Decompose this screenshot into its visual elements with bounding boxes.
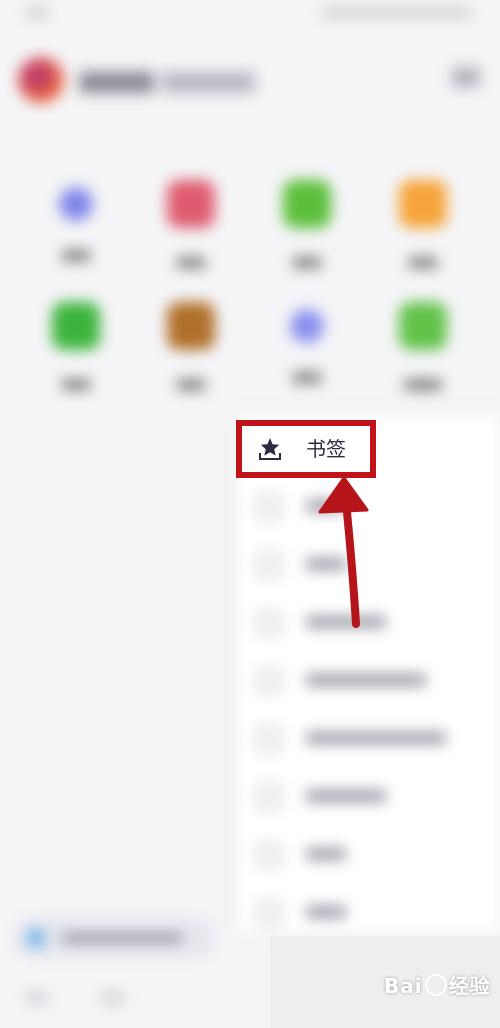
shortcut-icon — [399, 302, 447, 350]
shortcut-icon — [290, 309, 324, 343]
shortcut-icon — [167, 302, 215, 350]
nav-back-icon[interactable] — [26, 992, 48, 1004]
shortcut-tile[interactable]: ▆▆▆▆ — [373, 302, 473, 412]
app-header: ▆▆▆▆ ▆▆▆▆▆ — [18, 55, 480, 105]
browser-brand-name: ▆▆▆▆ ▆▆▆▆▆ — [80, 65, 255, 93]
status-time — [26, 8, 48, 18]
shortcut-icon — [399, 180, 447, 228]
menu-item[interactable] — [236, 826, 500, 884]
menu-item-text — [306, 674, 426, 686]
status-icons — [322, 8, 472, 18]
shortcut-tile[interactable]: ▆▆▆ — [257, 180, 357, 290]
shortcut-label: ▆▆▆ — [62, 376, 90, 390]
menu-item[interactable] — [236, 884, 500, 942]
menu-item[interactable] — [236, 536, 500, 594]
menu-item-text — [306, 848, 346, 860]
menu-item-icon — [258, 670, 280, 692]
shortcut-tile[interactable]: ▆▆▆ — [373, 180, 473, 290]
shortcut-label: ▆▆▆ — [293, 254, 321, 268]
menu-item[interactable] — [236, 710, 500, 768]
menu-item-icon — [258, 786, 280, 808]
shortcut-icon — [283, 180, 331, 228]
shortcut-icon — [167, 180, 215, 228]
menu-item-icon — [258, 612, 280, 634]
menu-item-icon — [258, 554, 280, 576]
menu-item[interactable] — [236, 652, 500, 710]
context-menu-panel — [236, 414, 500, 934]
shortcut-label: ▆▆▆▆ — [404, 376, 442, 390]
shortcut-tile[interactable]: ▆▆▆ — [141, 180, 241, 290]
shortcut-tile[interactable]: ▆▆▆ — [26, 180, 126, 290]
shortcut-label: ▆▆▆ — [293, 369, 321, 383]
shortcut-tile[interactable]: ▆▆▆ — [26, 302, 126, 412]
menu-item-icon — [258, 844, 280, 866]
menu-item-text — [306, 906, 346, 918]
address-bar-text — [62, 933, 182, 943]
shortcut-label: ▆▆▆ — [62, 247, 90, 261]
menu-item-icon — [258, 728, 280, 750]
shortcut-icon — [52, 302, 100, 350]
menu-item-text — [306, 558, 346, 570]
watermark-text-left: Bai — [384, 974, 423, 998]
browser-logo-icon — [18, 57, 64, 103]
watermark-text-right: 经验 — [448, 974, 491, 998]
menu-item[interactable] — [236, 594, 500, 652]
address-bar[interactable] — [14, 918, 214, 958]
menu-item-text — [306, 732, 446, 744]
menu-item-text — [306, 790, 386, 802]
highlight-box — [236, 420, 376, 478]
status-bar — [26, 6, 472, 22]
menu-item-icon — [258, 496, 280, 518]
blurred-background-ui: ▆▆▆▆ ▆▆▆▆▆ ▆▆▆ ▆▆▆ ▆▆▆ ▆▆▆ ▆▆▆ ▆▆▆ ▆▆▆ ▆… — [0, 0, 500, 1028]
menu-item[interactable] — [236, 478, 500, 536]
address-bar-icon — [26, 928, 46, 948]
shortcut-tile[interactable]: ▆▆▆ — [257, 302, 357, 412]
menu-item-icon — [258, 902, 280, 924]
shortcut-icon — [59, 187, 93, 221]
menu-item[interactable] — [236, 768, 500, 826]
baidu-jingyan-watermark: Bai 经验 — [384, 970, 491, 999]
menu-item-text — [306, 500, 346, 512]
header-menu-button[interactable] — [452, 67, 480, 87]
shortcut-label: ▆▆▆ — [177, 254, 205, 268]
menu-item-text — [306, 616, 386, 628]
shortcut-label: ▆▆▆ — [177, 376, 205, 390]
shortcut-label: ▆▆▆ — [409, 254, 437, 268]
shortcut-tile[interactable]: ▆▆▆ — [141, 302, 241, 412]
baidu-paw-icon — [424, 974, 447, 996]
nav-forward-icon[interactable] — [102, 992, 124, 1004]
